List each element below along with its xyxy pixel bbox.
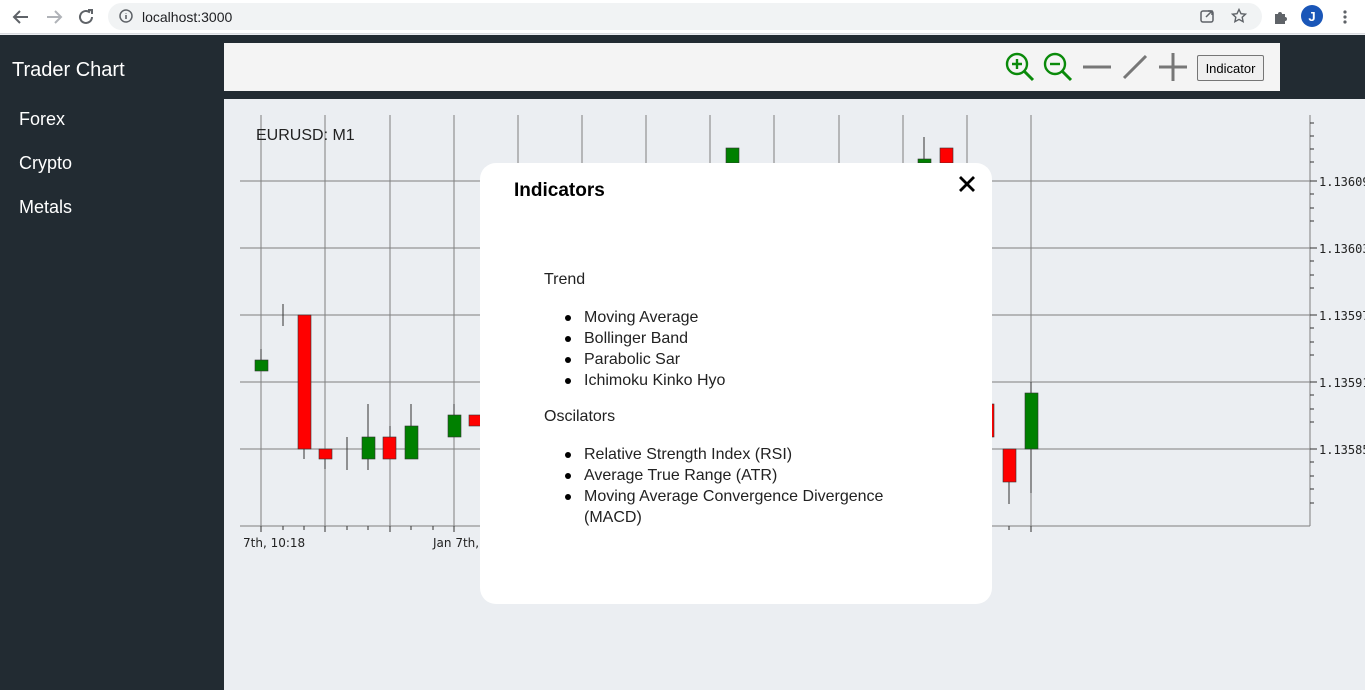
forward-arrow-icon[interactable] — [43, 6, 65, 28]
candle-up — [404, 425, 419, 460]
url-text: localhost:3000 — [142, 9, 233, 25]
address-bar[interactable]: localhost:3000 — [108, 3, 1262, 30]
app-title: Trader Chart — [12, 59, 125, 81]
horizontal-line-icon[interactable] — [1081, 51, 1113, 83]
site-info-icon[interactable] — [119, 9, 133, 28]
y-tick-label: 1.13585 — [1319, 443, 1365, 457]
candle-up — [361, 436, 376, 460]
trend-line-icon[interactable] — [1119, 51, 1151, 83]
section-title-oscillators: Oscilators — [544, 408, 616, 425]
list-item[interactable]: Bollinger Band — [544, 328, 725, 349]
sidebar-item-forex[interactable]: Forex — [19, 109, 65, 130]
sidebar-item-crypto[interactable]: Crypto — [19, 153, 72, 174]
indicators-modal: Indicators Trend Moving Average Bollinge… — [480, 163, 992, 604]
trend-indicator-list: Moving Average Bollinger Band Parabolic … — [544, 307, 725, 391]
sidebar-item-metals[interactable]: Metals — [19, 197, 72, 218]
list-item[interactable]: Relative Strength Index (RSI) — [544, 444, 883, 465]
oscillator-indicator-list: Relative Strength Index (RSI) Average Tr… — [544, 444, 883, 528]
y-axis-ticks — [1310, 122, 1317, 504]
candle-up — [447, 414, 462, 438]
list-item[interactable]: Ichimoku Kinko Hyo — [544, 370, 725, 391]
y-tick-label: 1.13609 — [1319, 175, 1365, 189]
candle-up — [725, 147, 740, 164]
x-tick-label: Jan 7th, — [432, 536, 479, 550]
extensions-icon[interactable] — [1269, 6, 1291, 28]
back-arrow-icon[interactable] — [10, 6, 32, 28]
zoom-in-icon[interactable] — [1004, 51, 1036, 83]
sidebar: Trader Chart Forex Crypto Metals — [0, 35, 224, 690]
x-tick-label: 7th, 10:18 — [243, 536, 305, 550]
zoom-out-icon[interactable] — [1042, 51, 1074, 83]
bookmark-star-icon[interactable] — [1228, 5, 1250, 27]
candle-up — [1024, 392, 1039, 450]
modal-title: Indicators — [514, 180, 605, 201]
list-item[interactable]: Average True Range (ATR) — [544, 465, 883, 486]
profile-avatar[interactable]: J — [1301, 5, 1323, 27]
menu-kebab-icon[interactable] — [1334, 6, 1356, 28]
indicator-button[interactable]: Indicator — [1197, 55, 1264, 81]
section-title-trend: Trend — [544, 271, 586, 288]
candle-up — [254, 359, 269, 372]
candle-down — [939, 147, 954, 164]
y-tick-label: 1.13591 — [1319, 376, 1365, 390]
list-item-continuation[interactable]: (MACD) — [544, 507, 883, 528]
share-icon[interactable] — [1196, 5, 1218, 27]
close-icon[interactable] — [954, 171, 980, 197]
y-tick-label: 1.13603 — [1319, 242, 1365, 256]
reload-icon[interactable] — [75, 6, 97, 28]
list-item[interactable]: Moving Average — [544, 307, 725, 328]
list-item[interactable]: Moving Average Convergence Divergence — [544, 486, 883, 507]
candle-down — [1002, 448, 1017, 483]
candle-down — [318, 448, 333, 460]
browser-toolbar: localhost:3000 J — [0, 0, 1365, 34]
candle-down — [382, 436, 397, 460]
y-tick-label: 1.13597 — [1319, 309, 1365, 323]
crosshair-icon[interactable] — [1157, 51, 1189, 83]
candle-down — [297, 314, 312, 450]
chart-symbol-label: EURUSD: M1 — [256, 127, 355, 144]
list-item[interactable]: Parabolic Sar — [544, 349, 725, 370]
chart-toolbar: Indicator — [224, 43, 1280, 91]
